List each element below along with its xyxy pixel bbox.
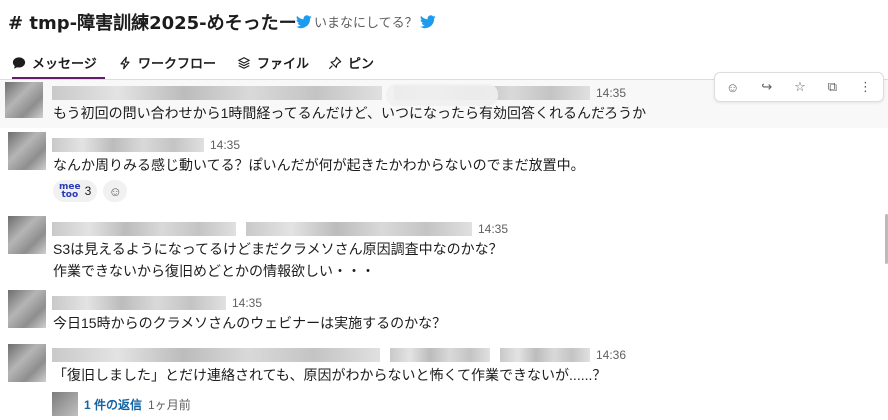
timestamp[interactable]: 14:35 [232, 296, 262, 310]
add-reaction-button[interactable]: ☺ [103, 180, 128, 202]
avatar[interactable] [8, 290, 46, 328]
author-name-redacted[interactable] [52, 86, 382, 100]
message-item[interactable]: 14:35 今日15時からのクラメソさんのウェビナーは実施するのかな？ [0, 288, 888, 338]
message-meta: 14:35 [52, 296, 262, 310]
avatar[interactable] [5, 82, 43, 118]
add-reaction-icon: ☺ [108, 183, 122, 199]
reactions: mee too 3 ☺ [53, 180, 128, 202]
message-bubble-icon [12, 56, 26, 69]
thread-replies[interactable]: 1 件の返信 1ヶ月前 [52, 392, 191, 416]
tab-label: ピン [348, 56, 375, 71]
avatar[interactable] [8, 344, 46, 382]
message-actions-toolbar: ☺ ↪ ☆ ⧉ ⋮ [714, 72, 884, 102]
channel-topic[interactable]: いまなにしてる？ [296, 12, 436, 31]
avatar[interactable] [8, 216, 46, 254]
reply-in-thread-icon[interactable]: ↪ [761, 79, 772, 95]
meetoo-emoji-icon: mee too [59, 182, 81, 200]
channel-title[interactable]: # tmp-障害訓練2025-めそったー [8, 9, 297, 35]
message-text: なんか周りみる感じ動いてる？ぽいんだが何が起きたかわからないのでまだ放置中。 [53, 157, 585, 173]
twitter-bird-icon [296, 14, 312, 28]
tab-pins[interactable]: ピン [328, 48, 374, 77]
reply-avatar [52, 392, 78, 416]
tab-workflow[interactable]: ワークフロー [118, 48, 216, 77]
avatar[interactable] [8, 132, 46, 170]
message-text: 今日15時からのクラメソさんのウェビナーは実施するのかな？ [53, 315, 447, 331]
date-divider-badge [386, 84, 498, 106]
forward-icon[interactable]: ⧉ [828, 79, 837, 95]
message-text: S3は見えるようになってるけどまだクラメソさん原因調査中なのかな？ [53, 241, 503, 257]
tab-label: ファイル [257, 56, 310, 71]
message-text: 「復旧しました」とだけ連絡されても、原因がわからないと怖くて作業できないが...… [53, 367, 607, 383]
twitter-bird-icon [419, 14, 436, 28]
bookmark-icon[interactable]: ☆ [794, 79, 806, 95]
timestamp[interactable]: 14:35 [478, 222, 508, 236]
more-actions-icon[interactable]: ⋮ [859, 79, 872, 95]
timestamp[interactable]: 14:35 [596, 86, 626, 100]
reaction-chip[interactable]: mee too 3 [53, 180, 98, 202]
message-item[interactable]: 14:35 S3は見えるようになってるけどまだクラメソさん原因調査中なのかな？ … [0, 214, 888, 284]
message-text-line2: 作業できないから復旧めどとかの情報欲しい・・・ [53, 263, 375, 279]
message-meta: 14:35 [52, 86, 626, 100]
lightning-icon [120, 56, 130, 69]
author-name-redacted[interactable] [52, 222, 236, 236]
message-meta: 14:35 [52, 138, 240, 152]
author-name-redacted [390, 348, 490, 362]
message-item[interactable]: 14:35 なんか周りみる感じ動いてる？ぽいんだが何が起きたかわからないのでまだ… [0, 130, 888, 210]
author-name-redacted[interactable] [52, 348, 380, 362]
tab-label: メッセージ [32, 56, 97, 71]
timestamp[interactable]: 14:35 [210, 138, 240, 152]
author-name-redacted [500, 348, 590, 362]
tab-messages[interactable]: メッセージ [12, 48, 105, 79]
timestamp[interactable]: 14:36 [596, 348, 626, 362]
tab-files[interactable]: ファイル [237, 48, 309, 77]
message-text: もう初回の問い合わせから1時間経ってるんだけど、いつになったら有効回答くれるんだ… [53, 105, 647, 121]
add-reaction-icon[interactable]: ☺ [726, 80, 739, 95]
pin-icon [328, 56, 342, 69]
tab-label: ワークフロー [138, 56, 217, 71]
reply-last-time: 1ヶ月前 [148, 397, 191, 412]
message-item[interactable]: 14:36 「復旧しました」とだけ連絡されても、原因がわからないと怖くて作業でき… [0, 342, 888, 392]
layers-icon [238, 56, 250, 69]
reply-count-link[interactable]: 1 件の返信 [84, 396, 142, 413]
message-meta: 14:35 [52, 222, 508, 236]
author-name-redacted[interactable] [52, 138, 204, 152]
message-meta: 14:36 [52, 348, 626, 362]
author-name-redacted [246, 222, 472, 236]
topic-text: いまなにしてる？ [314, 15, 418, 30]
author-name-redacted[interactable] [52, 296, 226, 310]
channel-header: # tmp-障害訓練2025-めそったー いまなにしてる？ [0, 0, 888, 40]
reaction-count: 3 [84, 184, 92, 198]
